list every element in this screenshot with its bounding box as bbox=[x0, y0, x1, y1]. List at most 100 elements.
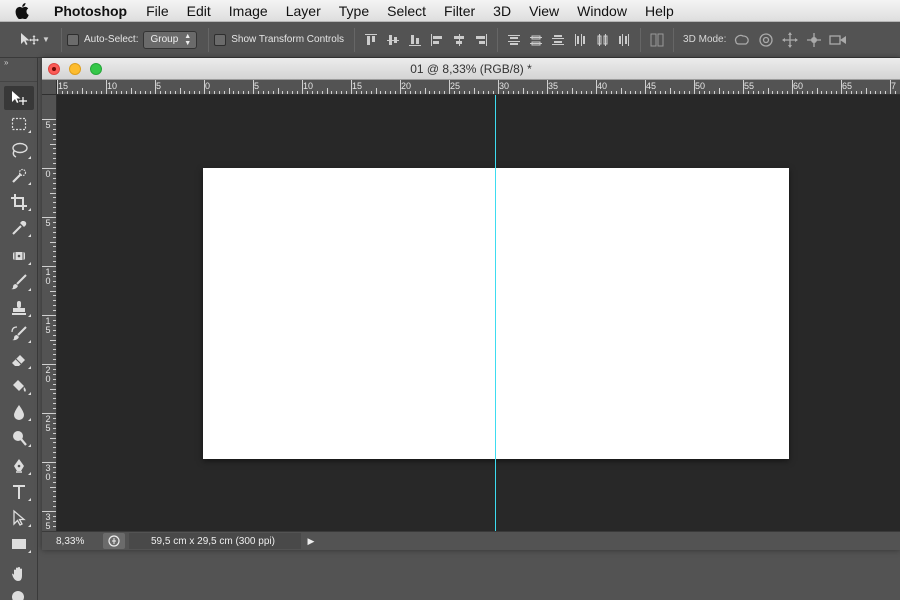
ruler-tick bbox=[341, 91, 343, 94]
align-bottom-edges-icon[interactable] bbox=[404, 29, 426, 51]
ruler-tick bbox=[498, 80, 499, 94]
auto-select-checkbox[interactable] bbox=[67, 33, 79, 46]
orbit-3d-icon[interactable] bbox=[730, 29, 754, 51]
ruler-tick bbox=[53, 447, 56, 449]
slide-3d-icon[interactable] bbox=[802, 29, 826, 51]
menu-view[interactable]: View bbox=[520, 0, 568, 22]
scale-3d-icon[interactable] bbox=[826, 29, 850, 51]
pasteboard[interactable] bbox=[57, 95, 900, 531]
ruler-tick bbox=[821, 91, 823, 94]
ruler-tick bbox=[365, 91, 367, 94]
move-tool-icon[interactable] bbox=[4, 86, 34, 110]
ruler-tick bbox=[53, 280, 56, 282]
minimize-window-button[interactable] bbox=[69, 63, 81, 75]
menu-edit[interactable]: Edit bbox=[178, 0, 220, 22]
ruler-tick bbox=[53, 236, 56, 238]
menu-window[interactable]: Window bbox=[568, 0, 636, 22]
vertical-ruler[interactable]: 5 0 5 1 0 1 5 2 0 2 5 3 0 3 5 bbox=[42, 95, 57, 531]
eraser-icon[interactable] bbox=[4, 348, 34, 372]
zoom-icon[interactable] bbox=[4, 586, 34, 600]
menu-image[interactable]: Image bbox=[220, 0, 277, 22]
align-horizontal-centers-icon[interactable] bbox=[448, 29, 470, 51]
play-arrow-icon[interactable]: ▶ bbox=[303, 533, 319, 549]
ruler-tick bbox=[53, 334, 56, 336]
distribute-left-icon[interactable] bbox=[569, 29, 591, 51]
align-left-edges-icon[interactable] bbox=[426, 29, 448, 51]
align-right-edges-icon[interactable] bbox=[470, 29, 492, 51]
zoom-window-button[interactable] bbox=[90, 63, 102, 75]
zoom-level[interactable]: 8,33% bbox=[42, 536, 100, 547]
pan-3d-icon[interactable] bbox=[778, 29, 802, 51]
ruler-tick bbox=[53, 515, 56, 517]
ruler-tick bbox=[287, 91, 289, 94]
ruler-tick bbox=[370, 91, 372, 94]
menu-3d[interactable]: 3D bbox=[484, 0, 520, 22]
distribute-bottom-icon[interactable] bbox=[547, 29, 569, 51]
history-brush-icon[interactable] bbox=[4, 322, 34, 346]
type-icon[interactable] bbox=[4, 480, 34, 504]
lasso-icon[interactable] bbox=[4, 138, 34, 162]
menu-filter[interactable]: Filter bbox=[435, 0, 484, 22]
menu-type[interactable]: Type bbox=[330, 0, 378, 22]
paint-bucket-icon[interactable] bbox=[4, 374, 34, 398]
status-menu-button[interactable] bbox=[103, 533, 125, 549]
transform-controls-checkbox[interactable] bbox=[214, 33, 227, 46]
healing-brush-icon[interactable] bbox=[4, 244, 34, 268]
document-title-bar[interactable]: 01 @ 8,33% (RGB/8) * bbox=[42, 58, 900, 80]
rectangle-shape-icon[interactable] bbox=[4, 532, 34, 556]
distribute-horizontal-centers-icon[interactable] bbox=[591, 29, 613, 51]
ruler-tick bbox=[50, 388, 56, 390]
crop-icon[interactable] bbox=[4, 190, 34, 214]
ruler-tick bbox=[728, 91, 730, 94]
divider bbox=[497, 27, 499, 52]
ruler-tick bbox=[556, 91, 558, 94]
divider bbox=[354, 27, 356, 52]
horizontal-ruler[interactable]: 15 10 5 0 5 10 15 20 25 30 35 40 45 50 5… bbox=[57, 80, 900, 95]
auto-select-dropdown[interactable]: Group ▲ ▼ bbox=[143, 30, 198, 49]
close-window-button[interactable] bbox=[48, 63, 60, 75]
dodge-icon[interactable] bbox=[4, 426, 34, 450]
ruler-tick bbox=[53, 128, 56, 130]
ruler-label: 50 bbox=[695, 81, 706, 91]
toolbox: » bbox=[0, 58, 38, 600]
rectangular-marquee-icon[interactable] bbox=[4, 112, 34, 136]
path-selection-icon[interactable] bbox=[4, 506, 34, 530]
ruler-origin[interactable] bbox=[42, 80, 57, 95]
menu-photoshop[interactable]: Photoshop bbox=[44, 0, 137, 22]
ruler-tick bbox=[772, 91, 774, 94]
blur-icon[interactable] bbox=[4, 400, 34, 424]
menu-layer[interactable]: Layer bbox=[277, 0, 330, 22]
distribute-top-icon[interactable] bbox=[503, 29, 525, 51]
align-vertical-centers-icon[interactable] bbox=[382, 29, 404, 51]
apple-logo-icon[interactable] bbox=[0, 0, 44, 22]
ruler-tick bbox=[53, 158, 56, 160]
brush-icon[interactable] bbox=[4, 270, 34, 294]
vertical-guide[interactable] bbox=[495, 95, 496, 531]
distribute-vertical-centers-icon[interactable] bbox=[525, 29, 547, 51]
ruler-tick bbox=[257, 91, 259, 94]
pen-icon[interactable] bbox=[4, 454, 34, 478]
clone-stamp-icon[interactable] bbox=[4, 296, 34, 320]
auto-align-layers-icon[interactable] bbox=[646, 29, 668, 51]
ruler-tick bbox=[53, 138, 56, 140]
hand-icon[interactable] bbox=[4, 562, 34, 586]
align-top-edges-icon[interactable] bbox=[360, 29, 382, 51]
quick-selection-icon[interactable] bbox=[4, 164, 34, 188]
toolbox-grip[interactable] bbox=[0, 68, 37, 82]
ruler-tick bbox=[164, 91, 166, 94]
chevron-down-icon[interactable]: ▼ bbox=[42, 35, 56, 44]
ruler-tick bbox=[331, 91, 333, 94]
collapse-toolbox-icon[interactable]: » bbox=[0, 58, 37, 68]
menu-help[interactable]: Help bbox=[636, 0, 683, 22]
ruler-label: 30 bbox=[499, 81, 510, 91]
distribute-right-icon[interactable] bbox=[613, 29, 635, 51]
document-canvas[interactable] bbox=[203, 168, 789, 459]
ruler-tick bbox=[723, 91, 725, 94]
ruler-tick bbox=[66, 91, 68, 94]
menu-select[interactable]: Select bbox=[378, 0, 435, 22]
roll-3d-icon[interactable] bbox=[754, 29, 778, 51]
eyedropper-icon[interactable] bbox=[4, 216, 34, 240]
tool-preset-picker[interactable] bbox=[0, 26, 42, 54]
menu-file[interactable]: File bbox=[137, 0, 178, 22]
ruler-tick bbox=[91, 91, 93, 94]
